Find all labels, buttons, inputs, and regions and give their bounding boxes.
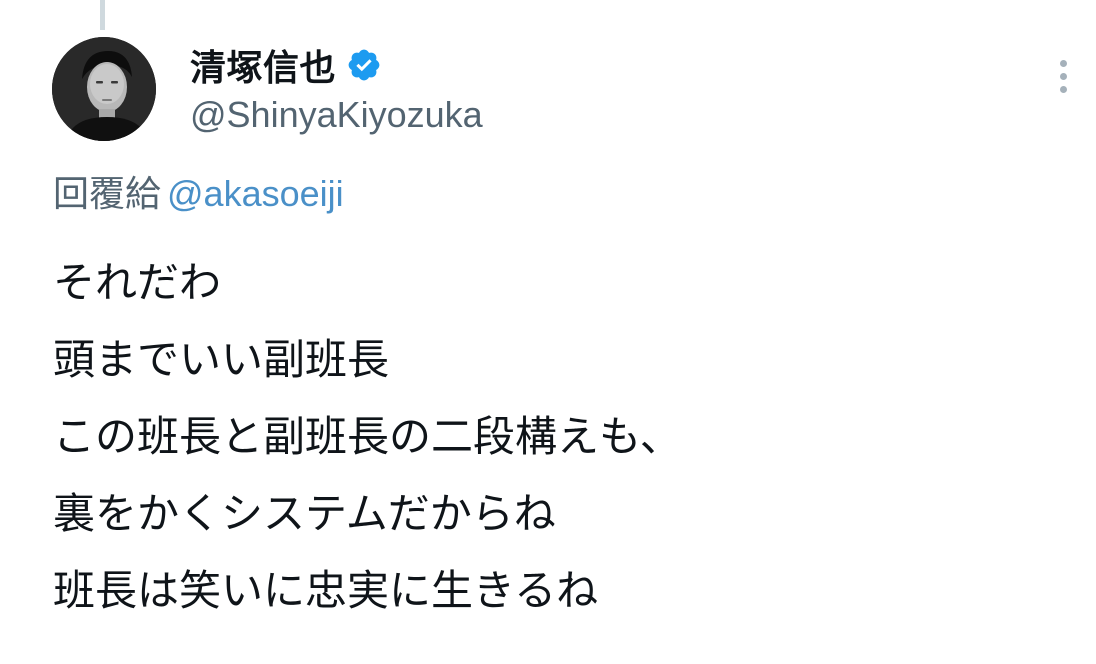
tweet-line: 頭までいい副班長 bbox=[53, 335, 390, 384]
avatar[interactable] bbox=[52, 37, 156, 141]
tweet-line: それだわ bbox=[53, 258, 222, 307]
tweet-line: この班長と副班長の二段構えも、 bbox=[53, 412, 682, 461]
author-handle[interactable]: @ShinyaKiyozuka bbox=[190, 94, 483, 136]
more-dot bbox=[1059, 73, 1067, 80]
reply-label: 回覆給 bbox=[53, 174, 162, 215]
verified-badge-icon[interactable] bbox=[346, 47, 382, 83]
display-name[interactable]: 清塚信也 bbox=[190, 39, 336, 91]
more-dot bbox=[1059, 60, 1067, 67]
thread-connector-line bbox=[100, 0, 105, 30]
tweet-line: 裏をかくシステムだからね bbox=[53, 489, 556, 538]
tweet-text: それだわ 頭までいい副班長 この班長と副班長の二段構えも、 裏をかくシステムだか… bbox=[53, 244, 682, 629]
more-dot bbox=[1059, 86, 1067, 93]
more-options-icon[interactable] bbox=[1052, 60, 1074, 100]
author-name-row: 清塚信也 bbox=[190, 40, 382, 90]
avatar-photo-icon bbox=[52, 37, 156, 141]
tweet-line: 班長は笑いに忠実に生きるね bbox=[53, 566, 599, 615]
reply-mention-link[interactable]: @akasoeiji bbox=[167, 173, 344, 214]
replying-to: 回覆給 @akasoeiji bbox=[53, 168, 344, 221]
